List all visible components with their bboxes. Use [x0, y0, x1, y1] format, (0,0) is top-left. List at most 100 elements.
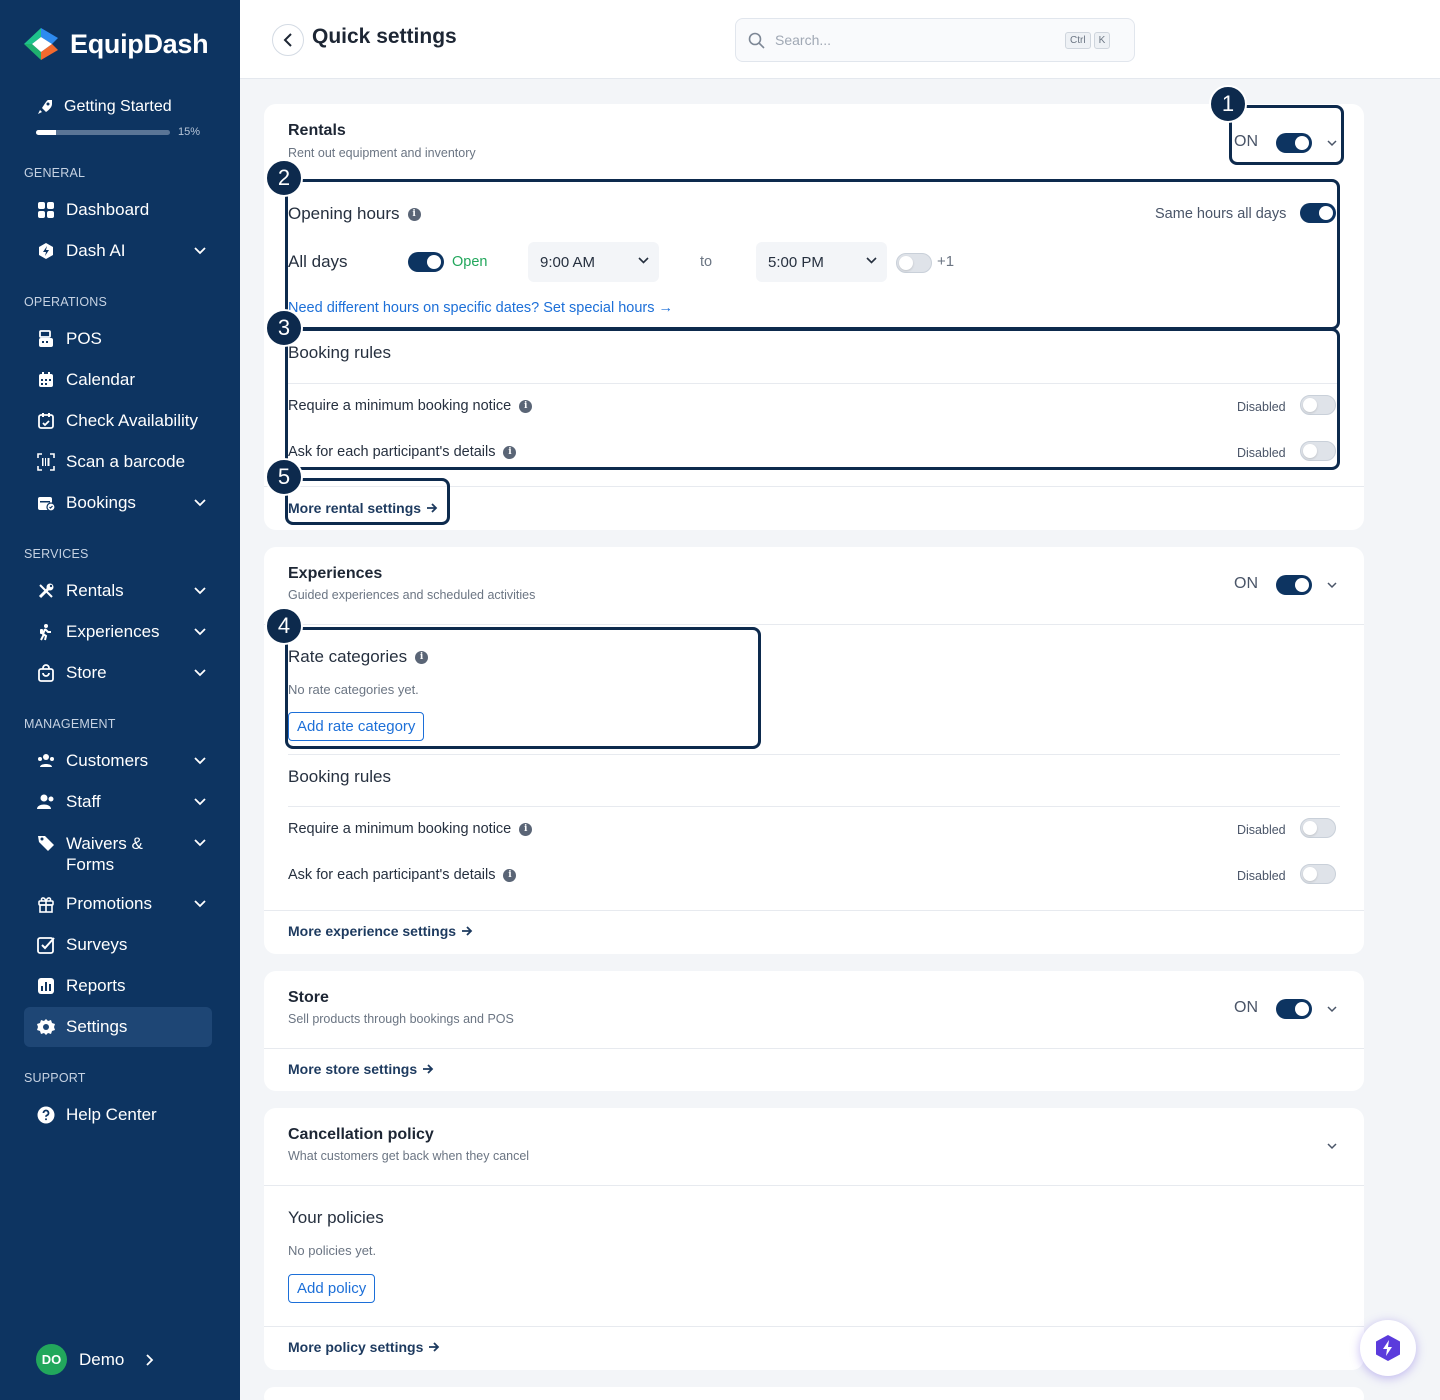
sidebar-item-promotions[interactable]: Promotions — [24, 884, 212, 924]
sidebar-item-label: Rentals — [66, 581, 124, 600]
user-menu[interactable]: DO Demo — [36, 1344, 154, 1375]
no-policies-text: No policies yet. — [288, 1243, 377, 1258]
participant-details-toggle[interactable] — [1300, 864, 1336, 884]
store-card: Store Sell products through bookings and… — [264, 971, 1364, 1091]
sidebar-item-label: Promotions — [66, 894, 152, 913]
min-notice-state: Disabled — [1237, 823, 1286, 837]
participant-details-toggle[interactable] — [1300, 441, 1336, 461]
card-title: Rentals — [288, 122, 346, 139]
sidebar-item-rentals[interactable]: Rentals — [24, 571, 212, 611]
chevron-down-icon[interactable] — [1327, 582, 1337, 589]
sidebar-item-customers[interactable]: Customers — [24, 741, 212, 781]
chevron-down-icon — [194, 900, 206, 908]
lightning-hexagon-icon — [1376, 1335, 1400, 1361]
info-icon[interactable]: i — [519, 399, 533, 413]
grid-icon — [36, 200, 56, 220]
divider — [264, 1326, 1364, 1327]
chevron-down-icon — [638, 257, 649, 264]
sidebar-item-waivers-forms[interactable]: Waivers & Forms — [24, 823, 212, 885]
chevron-down-icon — [194, 669, 206, 677]
card-title: Cancellation policy — [288, 1126, 434, 1143]
section-operations: OPERATIONS — [24, 295, 108, 309]
card-subtitle: Rent out equipment and inventory — [288, 146, 476, 160]
chevron-down-icon — [194, 499, 206, 507]
sidebar-item-pos[interactable]: POS — [24, 319, 212, 359]
more-rental-settings-link[interactable]: More rental settings — [288, 500, 438, 516]
to-label: to — [700, 254, 713, 270]
logo[interactable]: EquipDash — [22, 26, 209, 62]
info-icon[interactable]: i — [503, 445, 517, 459]
getting-started-progress — [36, 129, 170, 135]
app-name: EquipDash — [70, 28, 209, 59]
more-experience-settings-link[interactable]: More experience settings — [288, 923, 473, 939]
sidebar-item-help-center[interactable]: Help Center — [24, 1095, 212, 1135]
sidebar-item-label: Customers — [66, 751, 149, 770]
ai-assistant-button[interactable] — [1360, 1320, 1416, 1376]
search-bar[interactable]: Ctrl K — [735, 18, 1135, 62]
rentals-toggle[interactable] — [1276, 133, 1312, 153]
store-state-label: ON — [1234, 999, 1258, 1016]
sidebar-item-label: Store — [66, 663, 107, 682]
no-rates-text: No rate categories yet. — [288, 682, 419, 697]
info-icon[interactable]: i — [519, 822, 533, 836]
store-toggle[interactable] — [1276, 999, 1312, 1019]
info-icon[interactable]: i — [407, 207, 421, 221]
min-notice-state: Disabled — [1237, 400, 1286, 414]
divider — [264, 1048, 1364, 1049]
more-store-settings-link[interactable]: More store settings — [288, 1061, 434, 1077]
chevron-down-icon — [194, 798, 206, 806]
chevron-down-icon — [194, 839, 206, 847]
sidebar-item-label: Dash AI — [66, 241, 126, 260]
next-day-toggle[interactable] — [896, 253, 932, 273]
min-notice-toggle[interactable] — [1300, 818, 1336, 838]
sidebar-item-dashboard[interactable]: Dashboard — [24, 190, 212, 230]
user-name: Demo — [79, 1349, 125, 1369]
calendar-check-icon — [36, 411, 56, 431]
opening-time-select[interactable]: 9:00 AM — [528, 242, 659, 282]
info-icon[interactable]: i — [415, 650, 429, 664]
sidebar-item-label: Settings — [66, 1017, 128, 1036]
same-hours-toggle[interactable] — [1300, 203, 1336, 223]
sidebar-item-store[interactable]: Store — [24, 653, 212, 693]
min-notice-toggle[interactable] — [1300, 395, 1336, 415]
info-icon[interactable]: i — [503, 868, 517, 882]
bar-chart-icon — [36, 976, 56, 996]
add-policy-button[interactable]: Add policy — [288, 1274, 376, 1303]
chevron-down-icon[interactable] — [1327, 140, 1337, 147]
min-notice-label: Require a minimum booking notice i — [288, 821, 533, 837]
search-input[interactable] — [775, 32, 1055, 48]
sidebar-item-dash-ai[interactable]: Dash AI — [24, 231, 212, 271]
card-title: Experiences — [288, 565, 383, 582]
all-days-label: All days — [288, 252, 348, 271]
more-policy-settings-link[interactable]: More policy settings — [288, 1339, 440, 1355]
card-title: Store — [288, 989, 329, 1006]
closing-time-select[interactable]: 5:00 PM — [756, 242, 887, 282]
sidebar-item-surveys[interactable]: Surveys — [24, 925, 212, 965]
getting-started[interactable]: Getting Started 15% — [36, 98, 216, 138]
chevron-down-icon[interactable] — [1327, 1006, 1337, 1013]
sidebar-item-label: Bookings — [66, 493, 136, 512]
open-toggle[interactable] — [408, 252, 444, 272]
chevron-down-icon[interactable] — [1327, 1143, 1337, 1150]
rentals-card: Rentals Rent out equipment and inventory… — [264, 104, 1364, 530]
sidebar-item-calendar[interactable]: Calendar — [24, 360, 212, 400]
chevron-down-icon — [194, 757, 206, 765]
rentals-state-label: ON — [1234, 133, 1258, 150]
sidebar-item-check-availability[interactable]: Check Availability — [24, 401, 212, 441]
search-icon — [748, 32, 765, 49]
special-hours-link[interactable]: Need different hours on specific dates? … — [288, 300, 673, 316]
chevron-left-icon — [283, 33, 292, 47]
sidebar: EquipDash Getting Started 15% GENERAL Da… — [0, 0, 240, 1400]
sidebar-item-staff[interactable]: Staff — [24, 782, 212, 822]
back-button[interactable] — [272, 24, 304, 56]
add-rate-category-button[interactable]: Add rate category — [288, 712, 425, 741]
experiences-toggle[interactable] — [1276, 575, 1312, 595]
experiences-state-label: ON — [1234, 575, 1258, 592]
participant-details-label: Ask for each participant's details i — [288, 444, 517, 460]
sidebar-item-settings[interactable]: Settings — [24, 1007, 212, 1047]
rocket-icon — [38, 100, 52, 114]
sidebar-item-scan-barcode[interactable]: Scan a barcode — [24, 442, 212, 482]
sidebar-item-bookings[interactable]: Bookings — [24, 483, 212, 523]
sidebar-item-experiences[interactable]: Experiences — [24, 612, 212, 652]
sidebar-item-reports[interactable]: Reports — [24, 966, 212, 1006]
